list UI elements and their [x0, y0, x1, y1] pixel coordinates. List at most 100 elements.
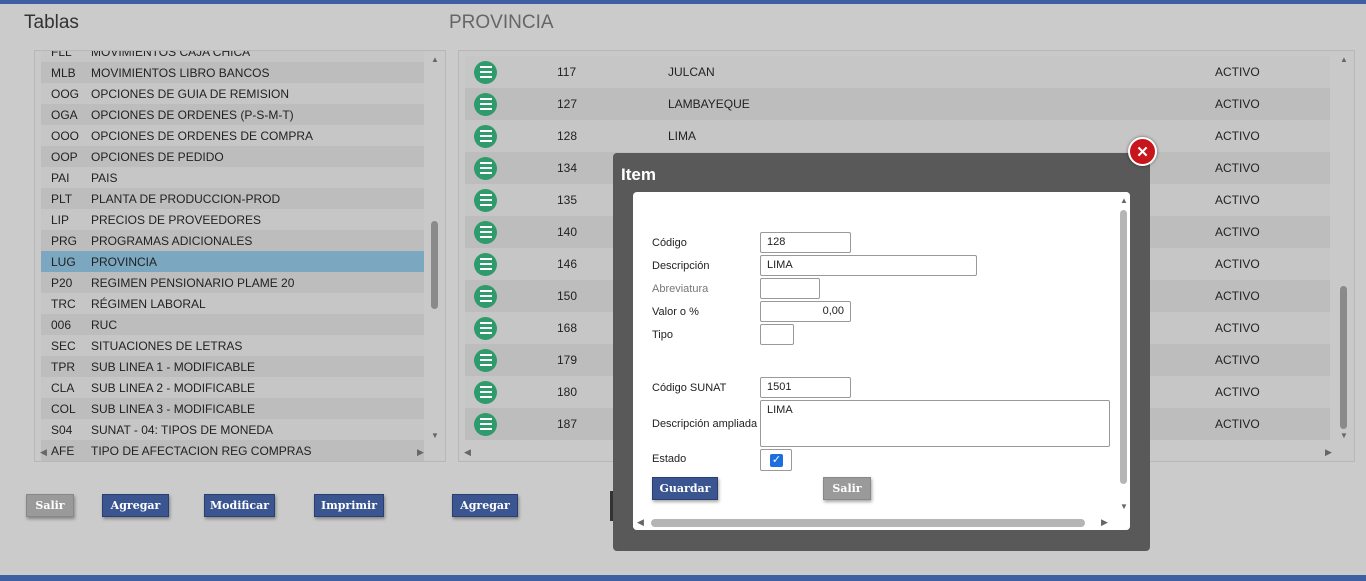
scroll-up-arrow-icon[interactable]: ▲ — [1120, 196, 1128, 205]
table-description: TIPO DE AFECTACION REG COMPRAS — [91, 443, 312, 458]
value-label: Valor o % — [652, 306, 699, 318]
table-row[interactable]: S04 SUNAT - 04: TIPOS DE MONEDA — [41, 419, 424, 440]
scroll-down-arrow-icon[interactable]: ▼ — [1120, 502, 1128, 511]
table-code: LUG — [51, 254, 76, 269]
row-menu-icon[interactable] — [474, 124, 497, 148]
province-list-vscroll[interactable]: ▲ ▼ — [1334, 51, 1354, 447]
scroll-up-arrow-icon[interactable]: ▲ — [1340, 55, 1348, 64]
modal-exit-button[interactable]: Salir — [823, 477, 871, 500]
row-menu-icon[interactable] — [474, 316, 497, 340]
row-menu-icon[interactable] — [474, 252, 497, 276]
table-row[interactable]: OOG OPCIONES DE GUIA DE REMISION — [41, 83, 424, 104]
row-menu-icon[interactable] — [474, 60, 497, 84]
table-row[interactable]: TPR SUB LINEA 1 - MODIFICABLE — [41, 356, 424, 377]
province-code: 134 — [557, 161, 578, 175]
table-row[interactable]: TRC RÉGIMEN LABORAL — [41, 293, 424, 314]
table-code: TRC — [51, 296, 76, 311]
table-description: OPCIONES DE ORDENES (P-S-M-T) — [91, 107, 294, 122]
close-x-icon[interactable]: ✕ — [1128, 137, 1157, 166]
abbreviation-field[interactable] — [760, 278, 820, 299]
form-scroll-thumb[interactable] — [1120, 210, 1127, 484]
modify-button[interactable]: Modificar — [204, 494, 275, 517]
type-field[interactable] — [760, 324, 794, 345]
table-row[interactable]: MLB MOVIMIENTOS LIBRO BANCOS — [41, 62, 424, 83]
code-field[interactable]: 128 — [760, 232, 851, 253]
province-code: 179 — [557, 353, 578, 367]
table-row[interactable]: P20 REGIMEN PENSIONARIO PLAME 20 — [41, 272, 424, 293]
table-row[interactable]: PRG PROGRAMAS ADICIONALES — [41, 230, 424, 251]
row-menu-icon[interactable] — [474, 220, 497, 244]
top-accent-bar — [0, 0, 1366, 4]
print-button[interactable]: Imprimir — [314, 494, 384, 517]
province-row[interactable]: 128 LIMA ACTIVO — [465, 120, 1330, 152]
row-menu-icon[interactable] — [474, 412, 497, 436]
table-description: PRECIOS DE PROVEEDORES — [91, 212, 262, 227]
description-field[interactable]: LIMA — [760, 255, 977, 276]
status-checkbox[interactable]: ✓ — [760, 449, 792, 471]
add-province-button[interactable]: Agregar — [452, 494, 518, 517]
province-status: ACTIVO — [1215, 289, 1260, 303]
table-row[interactable]: 006 RUC — [41, 314, 424, 335]
table-description: MOVIMIENTOS CAJA CHICA — [91, 50, 251, 59]
table-code: PLT — [51, 191, 73, 206]
table-row[interactable]: OOO OPCIONES DE ORDENES DE COMPRA — [41, 125, 424, 146]
table-description: RUC — [91, 317, 117, 332]
tables-title: Tablas — [24, 12, 79, 33]
sunat-code-field[interactable]: 1501 — [760, 377, 851, 398]
row-menu-icon[interactable] — [474, 348, 497, 372]
table-code: S04 — [51, 422, 73, 437]
scroll-down-arrow-icon[interactable]: ▼ — [1340, 431, 1348, 440]
scroll-right-arrow-icon[interactable]: ▶ — [1101, 517, 1108, 528]
scroll-left-arrow-icon[interactable]: ◀ — [40, 447, 47, 458]
form-vscroll[interactable]: ▲ ▼ — [1117, 192, 1130, 530]
table-row[interactable]: CLA SUB LINEA 2 - MODIFICABLE — [41, 377, 424, 398]
scroll-right-arrow-icon[interactable]: ▶ — [1325, 447, 1332, 458]
scroll-left-arrow-icon[interactable]: ◀ — [637, 517, 644, 528]
table-row[interactable]: FLL MOVIMIENTOS CAJA CHICA — [41, 50, 424, 62]
extended-description-field[interactable]: LIMA — [760, 400, 1110, 447]
save-button[interactable]: Guardar — [652, 477, 718, 500]
table-row[interactable]: SEC SITUACIONES DE LETRAS — [41, 335, 424, 356]
tables-list-vscroll[interactable]: ▲ ▼ — [425, 51, 445, 447]
scroll-right-arrow-icon[interactable]: ▶ — [417, 447, 424, 458]
scroll-down-arrow-icon[interactable]: ▼ — [431, 431, 439, 440]
province-row[interactable]: 127 LAMBAYEQUE ACTIVO — [465, 88, 1330, 120]
scroll-up-arrow-icon[interactable]: ▲ — [431, 55, 439, 64]
row-menu-icon[interactable] — [474, 92, 497, 116]
province-code: 140 — [557, 225, 578, 239]
form-hscroll-thumb[interactable] — [651, 519, 1085, 527]
tables-list: FLL MOVIMIENTOS CAJA CHICA MLB MOVIMIENTOS … — [41, 50, 424, 461]
row-menu-icon[interactable] — [474, 156, 497, 180]
table-row[interactable]: PLT PLANTA DE PRODUCCION-PROD — [41, 188, 424, 209]
table-row[interactable]: COL SUB LINEA 3 - MODIFICABLE — [41, 398, 424, 419]
province-list-scroll-thumb[interactable] — [1340, 286, 1347, 429]
value-field[interactable]: 0,00 — [760, 301, 851, 322]
row-menu-icon[interactable] — [474, 188, 497, 212]
form-hscroll[interactable]: ◀ ▶ — [633, 516, 1117, 530]
province-code: 146 — [557, 257, 578, 271]
table-description: PROGRAMAS ADICIONALES — [91, 233, 253, 248]
exit-button[interactable]: Salir — [26, 494, 74, 517]
table-row[interactable]: AFE TIPO DE AFECTACION REG COMPRAS — [41, 440, 424, 461]
table-row[interactable]: PAI PAIS — [41, 167, 424, 188]
province-status: ACTIVO — [1215, 161, 1260, 175]
table-code: OOP — [51, 149, 78, 164]
province-name: LAMBAYEQUE — [668, 97, 750, 111]
table-row[interactable]: OGA OPCIONES DE ORDENES (P-S-M-T) — [41, 104, 424, 125]
row-menu-icon[interactable] — [474, 380, 497, 404]
scroll-left-arrow-icon[interactable]: ◀ — [464, 447, 471, 458]
row-menu-icon[interactable] — [474, 284, 497, 308]
table-row[interactable]: LUG PROVINCIA — [41, 251, 424, 272]
province-row[interactable]: 117 JULCAN ACTIVO — [465, 56, 1330, 88]
add-table-button[interactable]: Agregar — [102, 494, 169, 517]
province-name: LIMA — [668, 129, 697, 143]
province-status: ACTIVO — [1215, 65, 1260, 79]
table-code: TPR — [51, 359, 75, 374]
item-form: Código 128 Descripción LIMA Abreviatura … — [633, 192, 1130, 530]
province-status: ACTIVO — [1215, 193, 1260, 207]
table-row[interactable]: LIP PRECIOS DE PROVEEDORES — [41, 209, 424, 230]
table-description: PROVINCIA — [91, 254, 158, 269]
table-code: SEC — [51, 338, 76, 353]
tables-list-scroll-thumb[interactable] — [431, 221, 438, 309]
table-row[interactable]: OOP OPCIONES DE PEDIDO — [41, 146, 424, 167]
